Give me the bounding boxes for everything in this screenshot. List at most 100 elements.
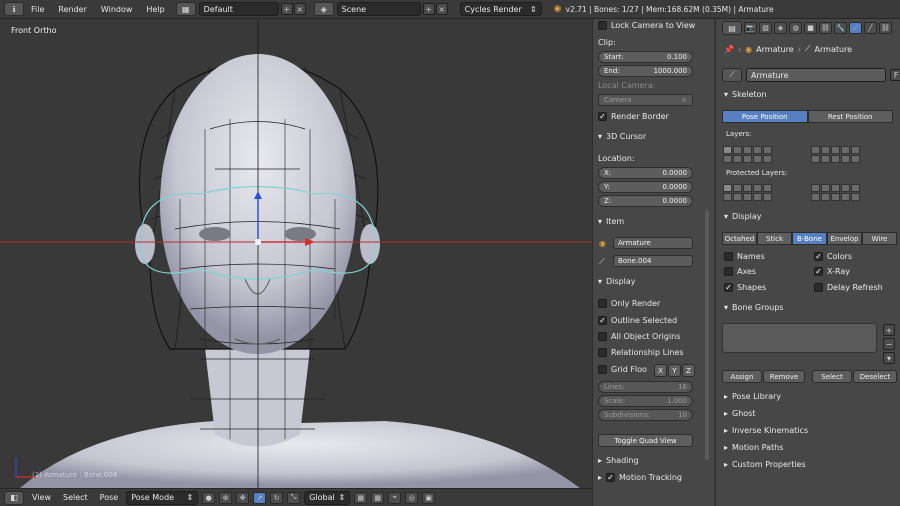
lock-camera-checkbox[interactable] [598, 21, 607, 30]
motion-tracking-checkbox[interactable]: ✓ [606, 473, 616, 482]
object-tab-icon[interactable]: ■ [804, 22, 817, 34]
rest-position-button[interactable]: Rest Position [807, 110, 893, 123]
item-object-field[interactable]: Armature [613, 237, 693, 249]
delete-screen-button[interactable]: × [293, 3, 306, 15]
skeleton-header[interactable]: ▾ Skeleton [724, 90, 767, 99]
editor-type-3d-button[interactable]: ◧ [4, 490, 24, 505]
xray-checkbox[interactable]: ✓ [814, 267, 823, 276]
custom-properties-header[interactable]: ▸ Custom Properties [724, 460, 806, 469]
grid-subdivisions-field[interactable]: Subdivisions: 10 [598, 409, 693, 421]
grid-scale-field[interactable]: Scale: 1.000 [598, 395, 693, 407]
render-border-checkbox[interactable]: ✓ [598, 112, 607, 121]
draw-type-stick[interactable]: Stick [757, 232, 792, 245]
mode-dropdown[interactable]: Pose Mode ⇕ [126, 490, 199, 505]
draw-type-envelope[interactable]: Envelop [827, 232, 862, 245]
delete-scene-button[interactable]: × [435, 3, 448, 15]
protected-layers-grid-right[interactable] [811, 184, 860, 201]
all-origins-row[interactable]: All Object Origins [598, 332, 680, 341]
grid-floor-checkbox[interactable] [598, 365, 607, 374]
outline-selected-row[interactable]: ✓ Outline Selected [598, 316, 677, 325]
display-header[interactable]: ▾ Display [598, 277, 636, 286]
editor-type-properties-button[interactable]: ▤ [722, 21, 742, 35]
lock-camera-row[interactable]: Lock Camera to View [598, 21, 695, 30]
translate-icon[interactable]: ↗ [253, 491, 267, 504]
pose-library-header[interactable]: ▸ Pose Library [724, 392, 781, 401]
render-preview-icon[interactable]: ▣ [422, 491, 436, 504]
scene-tab-icon[interactable]: ◈ [774, 22, 787, 34]
snap-icon[interactable]: ⌖ [388, 491, 402, 504]
shading-header[interactable]: ▸ Shading [598, 456, 639, 465]
bone-groups-list[interactable] [722, 323, 877, 353]
world-tab-icon[interactable]: ◍ [789, 22, 802, 34]
cursor-x-field[interactable]: X: 0.0000 [598, 167, 693, 179]
npanel-scrollbar[interactable] [705, 210, 709, 460]
render-border-row[interactable]: ✓ Render Border [598, 112, 669, 121]
layers-grid-left[interactable] [723, 146, 772, 163]
xray-row[interactable]: ✓ X-Ray [814, 267, 850, 276]
axes-row[interactable]: Axes [724, 267, 756, 276]
grid-lines-field[interactable]: Lines: 16 [598, 381, 693, 393]
layers-grid-right[interactable] [811, 146, 860, 163]
axes-checkbox[interactable] [724, 267, 733, 276]
bone-tab-icon[interactable]: ╱ [864, 22, 877, 34]
delay-refresh-row[interactable]: Delay Refresh [814, 283, 883, 292]
menu-render[interactable]: Render [51, 5, 93, 14]
grid-floor-row[interactable]: Grid Floo [598, 365, 647, 374]
delay-refresh-checkbox[interactable] [814, 283, 823, 292]
screen-layout-icon[interactable]: ▦ [175, 2, 196, 16]
shapes-row[interactable]: ✓ Shapes [724, 283, 766, 292]
close-icon[interactable]: × [681, 96, 687, 104]
item-header[interactable]: ▾ Item [598, 217, 624, 226]
menu-view[interactable]: View [28, 493, 55, 502]
remove-bone-group-button[interactable]: − [883, 338, 895, 350]
motion-paths-header[interactable]: ▸ Motion Paths [724, 443, 783, 452]
protected-layers-grid-left[interactable] [723, 184, 772, 201]
remove-button[interactable]: Remove [763, 370, 805, 383]
scale-icon[interactable]: ⤡ [287, 491, 301, 504]
clip-start-field[interactable]: Start: 0.100 [598, 51, 693, 63]
grid-axis-y-toggle[interactable]: Y [668, 364, 681, 377]
bone-constraints-tab-icon[interactable]: ⛓ [879, 22, 892, 34]
menu-help[interactable]: Help [139, 5, 171, 14]
all-origins-checkbox[interactable] [598, 332, 607, 341]
clip-end-field[interactable]: End: 1000.000 [598, 65, 693, 77]
proportional-edit-icon[interactable]: ◎ [405, 491, 419, 504]
shading-icon[interactable]: ● [202, 491, 216, 504]
screen-layout-dropdown[interactable]: Default [198, 2, 279, 16]
constraints-tab-icon[interactable]: ⛓ [819, 22, 832, 34]
armature-data-tab-icon[interactable]: ⟋ [849, 22, 862, 34]
layer-buttons-2-icon[interactable]: ▦ [371, 491, 385, 504]
motion-tracking-header[interactable]: ▸ ✓ Motion Tracking [598, 473, 682, 482]
outline-selected-checkbox[interactable]: ✓ [598, 316, 607, 325]
names-checkbox[interactable] [724, 252, 733, 261]
draw-type-octahedral[interactable]: Octahed [722, 232, 757, 245]
colors-checkbox[interactable]: ✓ [814, 252, 823, 261]
cursor-y-field[interactable]: Y: 0.0000 [598, 181, 693, 193]
add-screen-button[interactable]: + [280, 3, 293, 15]
layer-buttons-icon[interactable]: ▦ [354, 491, 368, 504]
draw-type-bbone[interactable]: B-Bone [792, 232, 827, 245]
only-render-checkbox[interactable] [598, 299, 607, 308]
editor-type-button[interactable]: ℹ [4, 2, 24, 16]
inverse-kinematics-header[interactable]: ▸ Inverse Kinematics [724, 426, 808, 435]
draw-type-wire[interactable]: Wire [862, 232, 897, 245]
pivot-icon[interactable]: ⊕ [219, 491, 233, 504]
armature-browse-icon[interactable]: ⟋ [722, 68, 742, 82]
item-bone-field[interactable]: Bone.004 [613, 255, 693, 267]
colors-row[interactable]: ✓ Colors [814, 252, 852, 261]
only-render-row[interactable]: Only Render [598, 299, 660, 308]
scene-dropdown[interactable]: Scene [336, 2, 421, 16]
3d-viewport[interactable]: Front Ortho (2) Armature : Bone.004 [0, 19, 592, 488]
add-bone-group-button[interactable]: + [883, 324, 895, 336]
local-camera-field[interactable]: Camera × [598, 94, 693, 106]
pin-icon[interactable]: 📌 [724, 45, 734, 54]
manipulator-toggle-icon[interactable]: ✥ [236, 491, 250, 504]
render-tab-icon[interactable]: 📷 [744, 22, 757, 34]
pose-position-button[interactable]: Pose Position [722, 110, 808, 123]
armature-name-field[interactable]: Armature [746, 68, 886, 82]
select-button[interactable]: Select [812, 370, 852, 383]
bone-group-menu-button[interactable]: ▾ [883, 352, 895, 364]
rotate-icon[interactable]: ↻ [270, 491, 284, 504]
toggle-quad-view-button[interactable]: Toggle Quad View [598, 434, 693, 447]
relationship-lines-checkbox[interactable] [598, 348, 607, 357]
